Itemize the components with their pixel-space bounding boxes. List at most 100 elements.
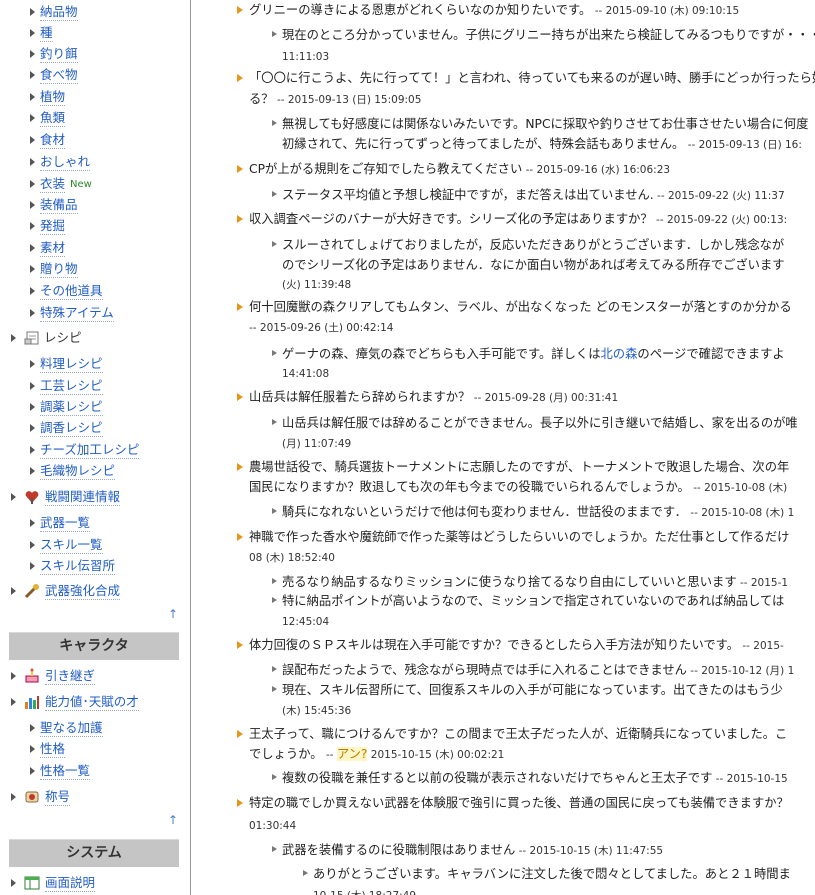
timestamp: 2015-10-15 (木) 00:02:21	[367, 749, 505, 761]
comment-text: ステータス平均値と予想し検証中ですが，まだ答えは出ていません.	[282, 188, 654, 202]
comment-text: 体力回復のＳＰスキルは現在入手可能ですか？できるとしたら入手方法が知りたいです。	[249, 638, 740, 652]
timestamp: 01:30:44	[249, 820, 297, 832]
comment-text: でしょうか。	[249, 747, 323, 761]
sidebar-item-label: 植物	[40, 89, 66, 106]
sidebar: 納品物種釣り餌 食べ物 植物 魚類 食材 おしゃれ 衣装 New 装備品 発掘 素材 贈り物 その他道具…	[0, 0, 191, 895]
comment-line: 王太子って、職につけるんですか？この間まで王太子だった人が、近衛騎兵になっていま…	[249, 726, 787, 742]
reply-bullet-icon	[272, 120, 277, 126]
comment-bullet-icon	[237, 165, 243, 173]
comment-bullet-icon	[237, 303, 243, 311]
reply-line: 11:11:03	[282, 48, 329, 65]
reply-line: 12:45:04	[282, 613, 329, 630]
triangle-bullet-icon	[30, 467, 35, 475]
triangle-bullet-icon	[30, 180, 35, 188]
author-name: アン	[336, 747, 361, 761]
reply-line: る？ -- 2015-09-13 (日) 15:09:05	[249, 91, 421, 108]
reply-bullet-icon	[272, 686, 277, 692]
section-header: キャラクタ	[9, 632, 179, 660]
comment-text: 山岳兵は解任服着たら辞められますか？	[249, 390, 471, 404]
comment-bullet-icon	[237, 463, 243, 471]
sidebar-item-label: 引き継ぎ	[45, 668, 96, 685]
reply-bullet-icon	[272, 597, 277, 603]
sidebar-item-label: 毛織物レシピ	[40, 463, 116, 480]
comment-text: グリニーの導きによる恩恵がどれくらいなのか知りたいです。	[249, 3, 592, 17]
timestamp: -- 2015-09-22 (火) 11:37	[653, 190, 785, 202]
timestamp: -- 2015-10-08 (木) 1	[686, 507, 795, 519]
page-link[interactable]: 北の森	[601, 347, 638, 361]
comment-text: のでシリーズ化の予定はありません．なにか面白い物があれば考えてみる所存でございま…	[282, 258, 785, 272]
sidebar-item-label: 釣り餌	[40, 46, 78, 63]
comment-text: 「〇〇に行こうよ、先に行ってて！」と言われ、待っていても来るのが遅い時、勝手にど…	[249, 71, 815, 85]
sidebar-item-label: 武器一覧	[40, 515, 91, 532]
comment-text: 現在のところ分かっていません。子供にグリニー持ちが出来たら検証してみるつもりです…	[282, 28, 815, 42]
comment-bullet-icon	[237, 799, 243, 807]
timestamp: 12:45:04	[282, 616, 330, 628]
reply-line: 売るなり納品するなりミッションに使うなり捨てるなり自由にしていいと思います --…	[282, 574, 788, 591]
comment-line: 収入調査ページのバナーが大好きです。シリーズ化の予定はありますか？ -- 201…	[249, 211, 787, 228]
timestamp: -- 2015-09-10 (木) 09:10:15	[591, 5, 740, 17]
reply-line: 国民になりますか？敗退しても次の年も今までの役職でいられるんでしょうか。 -- …	[249, 479, 787, 496]
page-top-link[interactable]: ↑	[168, 607, 178, 621]
reply-line: 騎兵になれないというだけで他は何も変わりません．世話役のままです． -- 201…	[282, 504, 794, 521]
recipe-icon	[24, 330, 40, 346]
timestamp: -- 2015-09-26 (土) 00:42:14	[249, 322, 394, 334]
reply-bullet-icon	[272, 666, 277, 672]
reply-line: ステータス平均値と予想し検証中ですが，まだ答えは出ていません. -- 2015-…	[282, 187, 785, 204]
page-top-link[interactable]: ↑	[168, 813, 178, 827]
comment-text: 特定の職でしか買えない武器を体験服で強引に買った後、普通の国民に戻っても装備でき…	[249, 796, 789, 810]
new-badge: New	[70, 179, 92, 190]
triangle-bullet-icon	[30, 446, 35, 454]
timestamp: 08 (木) 18:52:40	[249, 552, 335, 564]
sidebar-item-label: 素材	[40, 240, 66, 257]
comment-text: 特に納品ポイントが高いようなので、ミッションで指定されていないのであれば納品して…	[282, 594, 785, 608]
reply-line: 10-15 (木) 18:27:49	[313, 887, 416, 895]
triangle-bullet-icon	[11, 493, 16, 501]
comment-bullet-icon	[237, 641, 243, 649]
reply-bullet-icon	[303, 870, 308, 876]
timestamp: (木) 15:45:36	[282, 705, 352, 717]
triangle-bullet-icon	[11, 587, 16, 595]
triangle-bullet-icon	[30, 136, 35, 144]
comment-text: ゲーナの森、瘴気の森でどちらも入手可能です。詳しくは	[282, 347, 601, 361]
reply-bullet-icon	[272, 241, 277, 247]
triangle-bullet-icon	[30, 158, 35, 166]
comment-text: 国民になりますか？敗退しても次の年も今までの役職でいられるんでしょうか。	[249, 480, 690, 494]
timestamp: 11:11:03	[282, 51, 330, 63]
sidebar-item-label: 画面説明	[45, 875, 96, 892]
reply-bullet-icon	[272, 578, 277, 584]
triangle-bullet-icon	[11, 698, 16, 706]
sidebar-item-label: 衣装	[40, 176, 66, 193]
comment-text: 売るなり納品するなりミッションに使うなり捨てるなり自由にしていいと思います	[282, 575, 737, 589]
comment-line: 特定の職でしか買えない武器を体験服で強引に買った後、普通の国民に戻っても装備でき…	[249, 795, 789, 811]
reply-line: ゲーナの森、瘴気の森でどちらも入手可能です。詳しくは北の森のページで確認できます…	[282, 346, 785, 362]
timestamp: -- 2015-1	[736, 577, 789, 589]
reply-line: 誤配布だったようで、残念ながら現時点では手に入れることはできません -- 201…	[282, 662, 794, 679]
comment-line: グリニーの導きによる恩恵がどれくらいなのか知りたいです。 -- 2015-09-…	[249, 2, 739, 19]
triangle-bullet-icon	[30, 287, 35, 295]
triangle-bullet-icon	[11, 672, 16, 680]
sidebar-item-label: 調薬レシピ	[40, 399, 103, 416]
sidebar-item-label: 種	[40, 25, 53, 42]
reply-line: -- 2015-09-26 (土) 00:42:14	[249, 319, 393, 336]
comment-line: CPが上がる規則をご存知でしたら教えてください -- 2015-09-16 (水…	[249, 161, 670, 178]
sidebar-item-label: 武器強化合成	[45, 583, 121, 600]
sidebar-item-label: 装備品	[40, 197, 78, 214]
triangle-bullet-icon	[30, 519, 35, 527]
timestamp: -- 2015-10-15	[712, 773, 788, 785]
triangle-bullet-icon	[30, 8, 35, 16]
comment-line: 「〇〇に行こうよ、先に行ってて！」と言われ、待っていても来るのが遅い時、勝手にど…	[249, 70, 815, 86]
comment-text: 山岳兵は解任服では辞めることができません。長子以外に引き継いで結婚し、家を出るの…	[282, 416, 798, 430]
reply-line: (火) 11:39:48	[282, 276, 351, 293]
sidebar-item-label: 食べ物	[40, 67, 78, 84]
reply-line: 14:41:08	[282, 365, 329, 382]
triangle-bullet-icon	[11, 879, 16, 887]
sidebar-item-label: 称号	[45, 789, 71, 806]
sidebar-item-label: レシピ	[44, 330, 82, 345]
timestamp: -- 2015-10-12 (月) 1	[686, 665, 795, 677]
triangle-bullet-icon	[30, 29, 35, 37]
sidebar-item-label: 工芸レシピ	[40, 378, 103, 395]
reply-line: 現在のところ分かっていません。子供にグリニー持ちが出来たら検証してみるつもりです…	[282, 27, 815, 43]
sidebar-item-label: その他道具	[40, 283, 103, 300]
sidebar-item-label: 調香レシピ	[40, 420, 103, 437]
comment-text: 現在、スキル伝習所にて、回復系スキルの入手が可能になっています。出てきたのはもう…	[282, 683, 783, 697]
